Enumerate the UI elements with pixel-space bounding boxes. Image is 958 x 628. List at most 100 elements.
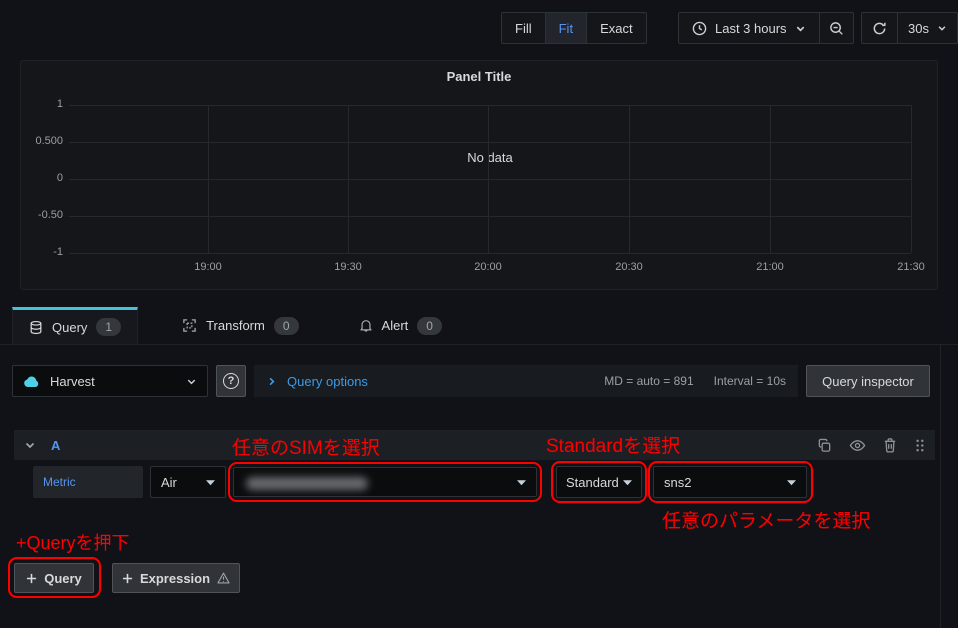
query-ref-id: A: [51, 437, 61, 453]
metric-type-select[interactable]: Air: [150, 466, 226, 498]
y-tick-label: 0: [56, 172, 63, 184]
query-options-bar: Query options MD = auto = 891 Interval =…: [254, 365, 798, 397]
interval-stat: Interval = 10s: [713, 374, 786, 388]
zoom-out-button[interactable]: [818, 13, 853, 43]
max-data-points-stat: MD = auto = 891: [604, 374, 694, 388]
chevron-down-icon[interactable]: [24, 439, 36, 451]
add-expression-label: Expression: [139, 570, 211, 586]
h-gridline: [69, 216, 911, 217]
metric-label-text: Metric: [43, 475, 76, 489]
annotation-parameter: 任意のパラメータを選択: [662, 511, 871, 532]
no-data-message: No data: [467, 150, 513, 165]
duplicate-icon[interactable]: [817, 438, 832, 453]
clock-icon: [692, 21, 707, 36]
x-tick-label: 19:30: [334, 261, 362, 273]
standard-value: Standard: [566, 474, 619, 490]
caret-down-icon: [206, 479, 215, 486]
bell-icon: [359, 318, 373, 333]
trash-icon[interactable]: [883, 437, 897, 453]
v-gridline: [770, 105, 771, 253]
v-gridline: [348, 105, 349, 253]
x-tick-label: 20:00: [474, 261, 502, 273]
chevron-down-icon: [937, 23, 947, 33]
size-mode-fill-label: Fill: [515, 20, 532, 36]
time-picker-group: Last 3 hours: [678, 12, 854, 44]
h-gridline: [69, 142, 911, 143]
size-mode-fit-button[interactable]: Fit: [544, 13, 587, 43]
tab-transform-badge: 0: [273, 316, 299, 335]
datasource-help-button[interactable]: ?: [216, 365, 246, 397]
parameter-select[interactable]: sns2: [653, 466, 807, 498]
x-tick-label: 21:30: [897, 261, 925, 273]
drag-handle-icon[interactable]: [914, 438, 925, 453]
y-tick-label: -1: [53, 246, 63, 258]
tab-alert-badge: 0: [417, 316, 442, 335]
graph-panel[interactable]: Panel Title No data 1 0.500 0 -0.50 -1 19:00 1…: [20, 60, 938, 290]
caret-down-icon: [787, 479, 796, 486]
sim-select[interactable]: [233, 467, 537, 497]
query-options-toggle[interactable]: Query options: [287, 374, 368, 389]
time-range-label: Last 3 hours: [715, 20, 787, 36]
metric-type-value: Air: [161, 474, 177, 490]
y-tick-label: 1: [56, 98, 63, 110]
tab-transform-label: Transform: [206, 318, 265, 333]
content-right-divider: [940, 345, 941, 628]
parameter-value: sns2: [664, 474, 692, 490]
v-gridline: [208, 105, 209, 253]
refresh-icon: [872, 21, 887, 36]
transform-icon: [182, 318, 197, 333]
tab-transform[interactable]: Transform 0: [166, 307, 314, 344]
x-tick-label: 19:00: [194, 261, 222, 273]
annotation-sim: 任意のSIMを選択: [232, 438, 380, 459]
tab-alert[interactable]: Alert 0: [343, 307, 458, 344]
refresh-button[interactable]: [862, 13, 897, 43]
cloud-icon: [23, 375, 40, 388]
warning-triangle-icon: [217, 572, 230, 584]
query-inspector-label: Query inspector: [822, 373, 914, 389]
query-stats: MD = auto = 891 Interval = 10s: [604, 374, 786, 388]
refresh-interval-label: 30s: [908, 20, 929, 36]
x-tick-label: 20:30: [615, 261, 643, 273]
add-query-button[interactable]: Query: [14, 563, 94, 593]
annotation-standard: Standardを選択: [546, 436, 681, 457]
y-tick-label: 0.500: [35, 135, 63, 147]
refresh-interval-dropdown[interactable]: 30s: [897, 13, 957, 43]
panel-title: Panel Title: [446, 69, 512, 84]
datasource-picker[interactable]: Harvest: [12, 365, 208, 397]
metric-field-label: Metric: [33, 466, 143, 498]
add-expression-button[interactable]: Expression: [112, 563, 240, 593]
query-row-header[interactable]: A: [14, 430, 935, 460]
size-mode-exact-label: Exact: [600, 20, 633, 36]
x-tick-label: 21:00: [756, 261, 784, 273]
tab-query-label: Query: [52, 319, 88, 335]
tab-query[interactable]: Query 1: [12, 307, 139, 344]
question-circle-icon: ?: [223, 373, 239, 389]
tab-query-badge: 1: [96, 318, 122, 336]
editor-tabbar: Query 1 Transform 0 Alert 0: [0, 307, 958, 345]
size-mode-fill-button[interactable]: Fill: [502, 13, 545, 43]
chevron-down-icon: [186, 376, 197, 387]
chevron-right-icon: [266, 376, 277, 387]
caret-down-icon: [623, 479, 632, 486]
refresh-group: 30s: [861, 12, 958, 44]
tab-alert-label: Alert: [381, 318, 409, 333]
database-icon: [29, 320, 43, 335]
time-range-button[interactable]: Last 3 hours: [679, 13, 819, 43]
query-inspector-button[interactable]: Query inspector: [806, 365, 930, 397]
caret-down-icon: [517, 479, 526, 486]
size-mode-exact-button[interactable]: Exact: [586, 13, 646, 43]
add-query-label: Query: [44, 570, 82, 586]
v-gridline: [911, 105, 912, 253]
h-gridline: [69, 179, 911, 180]
size-mode-fit-label: Fit: [558, 20, 574, 36]
eye-icon[interactable]: [849, 439, 866, 452]
h-gridline: [69, 105, 911, 106]
annotation-add-query: +Queryを押下: [16, 533, 130, 553]
panel-size-mode-group: Fill Fit Exact: [501, 12, 647, 44]
sim-value-redacted: [246, 477, 368, 490]
standard-select[interactable]: Standard: [556, 466, 642, 498]
v-gridline: [488, 105, 489, 253]
plus-icon: [122, 573, 133, 584]
zoom-out-icon: [829, 21, 844, 36]
v-gridline: [629, 105, 630, 253]
